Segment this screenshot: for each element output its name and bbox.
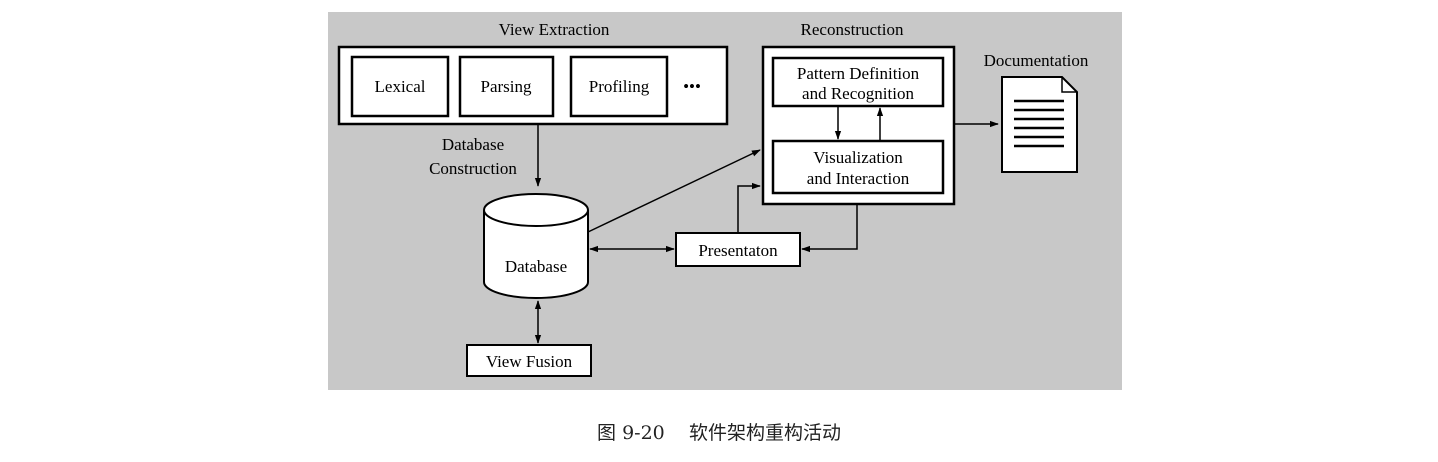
- document-icon: [1001, 76, 1078, 173]
- view-extraction-title: View Extraction: [499, 20, 610, 39]
- figure-caption: 图 9-20 软件架构重构活动: [0, 418, 1438, 445]
- figure-number: 图 9-20: [597, 422, 665, 444]
- figure-caption-text: 软件架构重构活动: [688, 422, 841, 444]
- database-construction-line2: Construction: [429, 159, 517, 178]
- database-construction-line1: Database: [442, 135, 504, 154]
- lexical-label: Lexical: [375, 77, 426, 96]
- database-to-visualization-arrow: [587, 149, 761, 233]
- visualization-label-line2: and Interaction: [807, 169, 910, 188]
- documentation-title: Documentation: [984, 51, 1089, 70]
- reconstruction-title: Reconstruction: [801, 20, 904, 39]
- database-label: Database: [505, 257, 567, 276]
- pattern-label-line1: Pattern Definition: [797, 64, 920, 83]
- presentation-to-visualization-arrow: [737, 182, 761, 233]
- presentation-label: Presentaton: [698, 241, 778, 260]
- pattern-label-line2: and Recognition: [802, 84, 914, 103]
- ellipsis: •••: [683, 77, 701, 96]
- parsing-label: Parsing: [481, 77, 533, 96]
- database-cylinder: [483, 193, 589, 299]
- visualization-label-line1: Visualization: [813, 148, 903, 167]
- reconstruction-to-presentation-arrow: [801, 204, 858, 253]
- view-fusion-label: View Fusion: [486, 352, 573, 371]
- profiling-label: Profiling: [589, 77, 650, 96]
- architecture-reconstruction-diagram: View Extraction Lexical Parsing Profilin…: [337, 20, 1089, 377]
